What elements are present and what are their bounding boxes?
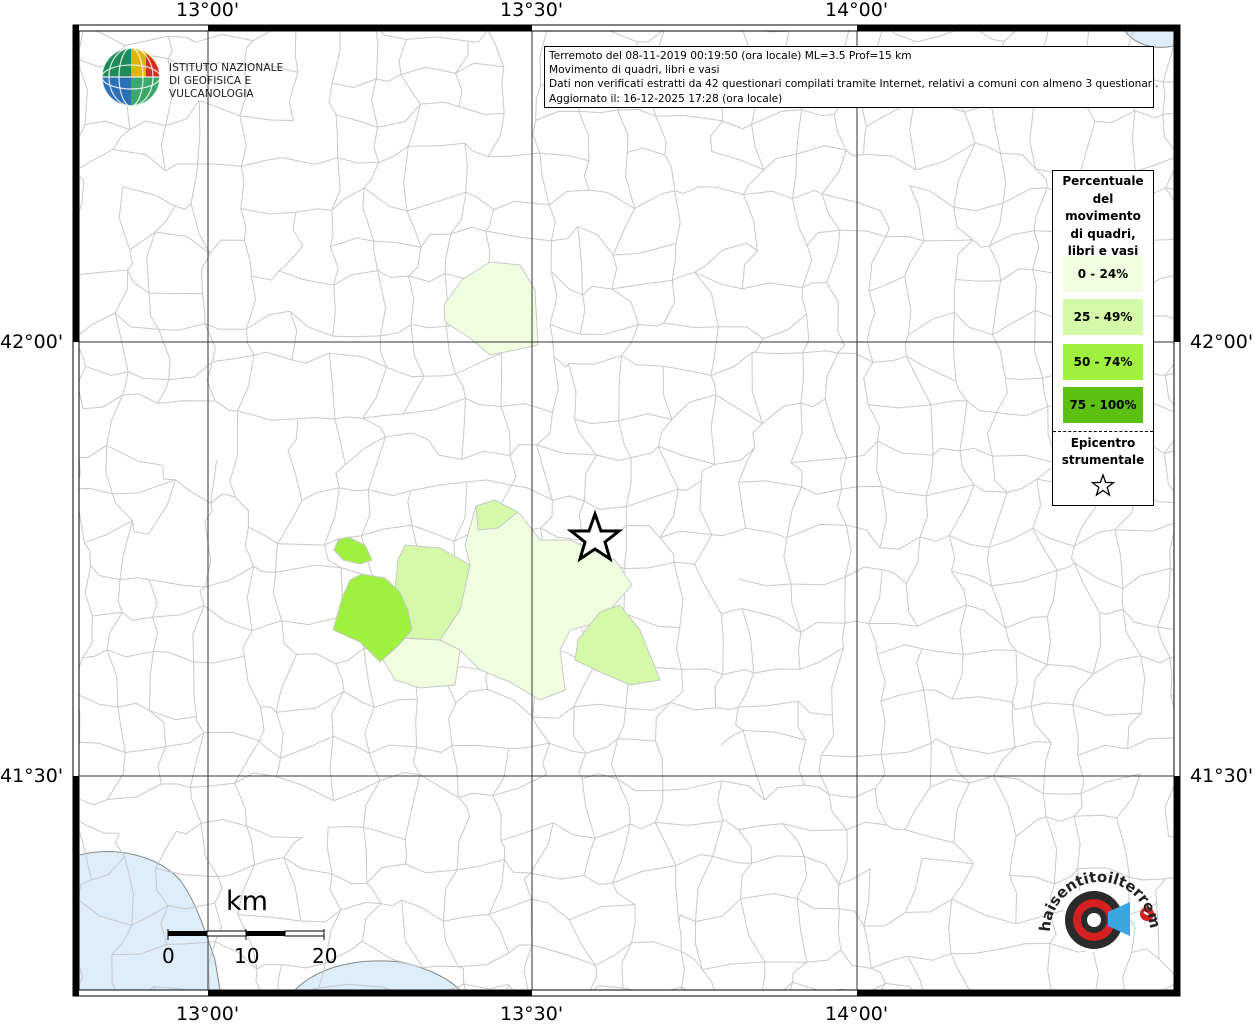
legend-epicenter-line: Epicentro	[1070, 436, 1136, 450]
event-info-line1: Terremoto del 08-11-2019 00:19:50 (ora l…	[549, 50, 912, 62]
scale-unit: km	[226, 886, 268, 917]
legend-item-50-74: 50 - 74%	[1063, 344, 1143, 380]
latitude-label-right-2: 41°30'	[1190, 765, 1254, 787]
scale-tick-10: 10	[234, 944, 260, 968]
longitude-label-top-1: 13°00'	[176, 0, 240, 21]
legend-title-line: movimento	[1065, 209, 1141, 223]
legend-separator	[1053, 431, 1153, 432]
longitude-label-bottom-3: 14°00'	[825, 1003, 889, 1025]
longitude-label-bottom-2: 13°30'	[500, 1003, 564, 1025]
haisentito-logo-icon: haisentitoilterremoto.it www.	[1023, 838, 1164, 952]
latitude-label-right-1: 42°00'	[1190, 331, 1254, 353]
latitude-label-left-2: 41°30'	[0, 765, 64, 787]
ingv-line2: DI GEOFISICA E VULCANOLOGIA	[169, 75, 254, 100]
longitude-label-bottom-1: 13°00'	[176, 1003, 240, 1025]
legend-title-line: di quadri,	[1070, 226, 1136, 241]
globe-icon	[101, 47, 161, 107]
event-info-line2: Movimento di quadri, libri e vasi	[549, 64, 720, 77]
legend-title: Percentuale del movimento di quadri, lib…	[1053, 173, 1153, 261]
legend-item-0-24: 0 - 24%	[1063, 256, 1143, 292]
scale-tick-0: 0	[162, 944, 175, 968]
legend-epicenter-label: Epicentro strumentale	[1053, 435, 1153, 469]
latitude-label-left-1: 42°00'	[0, 331, 64, 353]
legend: Percentuale del movimento di quadri, lib…	[1052, 170, 1154, 506]
star-icon	[1090, 473, 1116, 497]
legend-title-line: Percentuale	[1062, 174, 1144, 188]
legend-item-75-100: 75 - 100%	[1063, 387, 1143, 423]
legend-item-25-49: 25 - 49%	[1063, 299, 1143, 335]
scale-tick-20: 20	[312, 944, 338, 968]
legend-title-line: del	[1092, 191, 1114, 206]
event-info-line3: Dati non verificati estratti da 42 quest…	[549, 78, 1159, 91]
legend-epicenter-line: strumentale	[1061, 453, 1145, 467]
event-info-line4: Aggiornato il: 16-12-2025 17:28 (ora loc…	[549, 92, 783, 105]
longitude-label-top-3: 14°00'	[825, 0, 889, 21]
haisentito-logo: haisentitoilterremoto.it www.	[1023, 838, 1172, 982]
ingv-logo: ISTITUTO NAZIONALE DI GEOFISICA E VULCAN…	[100, 46, 330, 110]
longitude-label-top-2: 13°30'	[500, 0, 564, 21]
ingv-line1: ISTITUTO NAZIONALE	[169, 62, 284, 74]
event-info-box: Terremoto del 08-11-2019 00:19:50 (ora l…	[544, 46, 1159, 108]
